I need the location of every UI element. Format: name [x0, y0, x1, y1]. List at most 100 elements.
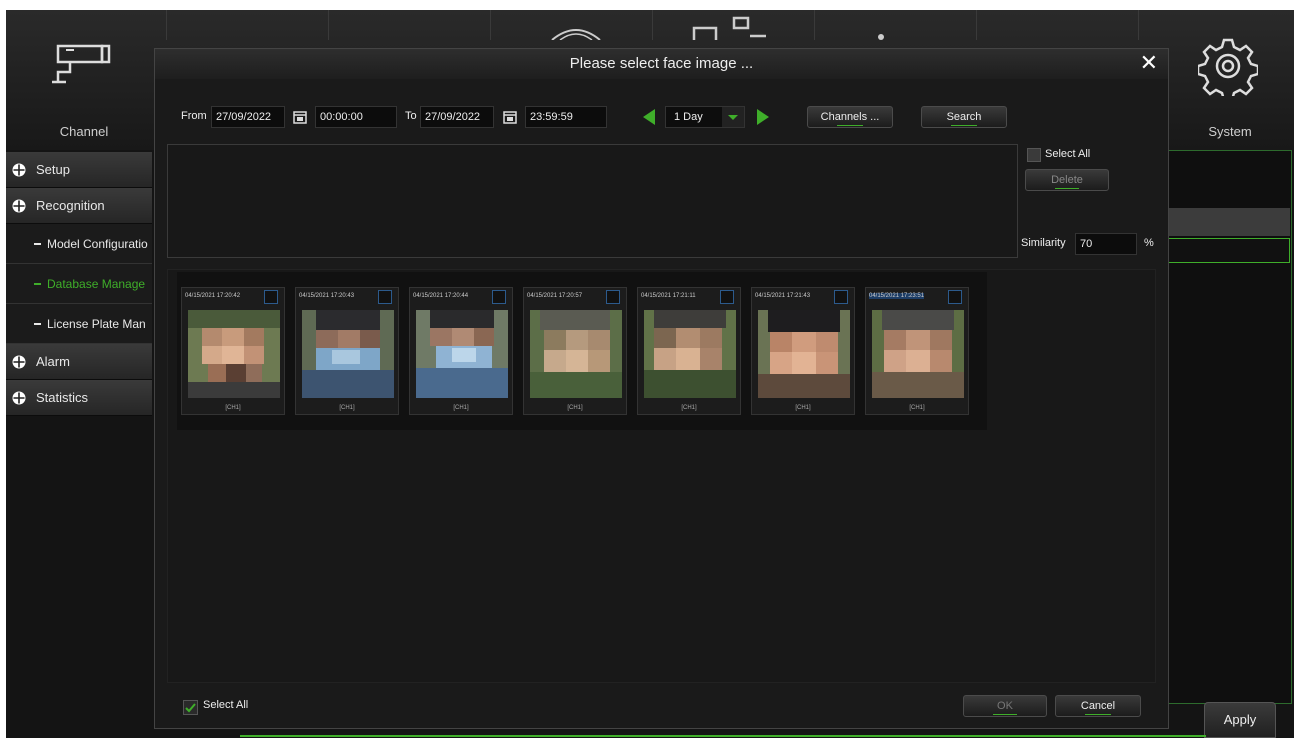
- divider: [814, 10, 815, 40]
- similarity-input[interactable]: 70: [1075, 233, 1137, 255]
- recognition-icon: [551, 29, 601, 40]
- delete-button-label: Delete: [1051, 174, 1083, 186]
- sidebar-item-label: Statistics: [36, 390, 89, 405]
- face-grid: 04/15/2021 17:20:42 [CH1] 04/15/2021 17:…: [177, 272, 987, 430]
- sidebar-item-setup[interactable]: Setup: [6, 152, 152, 188]
- face-thumbnail: [644, 310, 736, 398]
- face-card[interactable]: 04/15/2021 17:20:57 [CH1]: [523, 287, 627, 415]
- sidebar-item-label: Setup: [36, 162, 70, 177]
- divider: [1138, 10, 1139, 40]
- face-checkbox[interactable]: [720, 290, 734, 304]
- divider: [166, 10, 167, 40]
- panel-row-selected[interactable]: [1160, 238, 1290, 263]
- dvr-screen: Channel System Setup Recognition Model C…: [6, 10, 1294, 738]
- to-date-field[interactable]: 27/09/2022: [420, 106, 494, 128]
- dash-icon: [34, 282, 41, 285]
- search-button[interactable]: Search: [921, 106, 1007, 128]
- divider: [652, 10, 653, 40]
- face-thumbnail: [416, 310, 508, 398]
- face-card[interactable]: 04/15/2021 17:20:43 [CH1]: [295, 287, 399, 415]
- bottom-select-all-checkbox[interactable]: [183, 700, 198, 715]
- calendar-icon[interactable]: [293, 110, 307, 124]
- panel-row: [1160, 208, 1290, 236]
- button-underline: [1054, 188, 1080, 189]
- delete-button[interactable]: Delete: [1025, 169, 1109, 191]
- face-card[interactable]: 04/15/2021 17:23:51 [CH1]: [865, 287, 969, 415]
- select-all-label: Select All: [1045, 148, 1091, 160]
- storage-icon: [692, 16, 766, 40]
- sidebar-subitem-license-plate[interactable]: License Plate Man: [6, 304, 152, 344]
- crosshair-icon: [12, 391, 26, 404]
- sidebar-item-statistics[interactable]: Statistics: [6, 380, 152, 416]
- face-channel: [CH1]: [453, 405, 469, 411]
- face-thumbnail: [302, 310, 394, 398]
- face-card[interactable]: 04/15/2021 17:21:11 [CH1]: [637, 287, 741, 415]
- divider: [976, 10, 977, 40]
- cancel-button-label: Cancel: [1080, 700, 1116, 712]
- dropdown-arrow: [722, 107, 744, 127]
- face-timestamp: 04/15/2021 17:20:43: [299, 293, 355, 299]
- face-card[interactable]: 04/15/2021 17:20:44 [CH1]: [409, 287, 513, 415]
- bottom-select-all-label: Select All: [203, 699, 249, 711]
- button-underline: [992, 714, 1018, 715]
- face-timestamp: 04/15/2021 17:23:51: [869, 293, 925, 299]
- close-icon[interactable]: ✕: [1140, 52, 1158, 74]
- sidebar-subitem-label: License Plate Man: [47, 316, 146, 331]
- channels-button-label: Channels ...: [820, 111, 880, 123]
- from-time-field[interactable]: 00:00:00: [315, 106, 397, 128]
- face-timestamp: 04/15/2021 17:20:42: [185, 293, 241, 299]
- search-button-label: Search: [946, 111, 982, 123]
- face-thumbnail: [758, 310, 850, 398]
- face-checkbox[interactable]: [378, 290, 392, 304]
- period-dropdown[interactable]: 1 Day: [665, 106, 745, 128]
- button-underline: [837, 125, 863, 126]
- module-system[interactable]: System: [1166, 10, 1294, 150]
- face-card[interactable]: 04/15/2021 17:20:42 [CH1]: [181, 287, 285, 415]
- sidebar-item-alarm[interactable]: Alarm: [6, 344, 152, 380]
- gear-icon: [1198, 38, 1258, 96]
- module-channel[interactable]: Channel: [6, 10, 162, 150]
- ok-button[interactable]: OK: [963, 695, 1047, 717]
- sidebar-subitem-label: Database Manage: [47, 276, 146, 291]
- face-timestamp: 04/15/2021 17:21:43: [755, 293, 811, 299]
- period-value: 1 Day: [674, 111, 703, 123]
- module-system-label: System: [1208, 124, 1252, 139]
- from-date-field[interactable]: 27/09/2022: [211, 106, 285, 128]
- face-channel: [CH1]: [567, 405, 583, 411]
- face-channel: [CH1]: [795, 405, 811, 411]
- sidebar-subitem-label: Model Configuratio: [47, 236, 148, 251]
- calendar-icon[interactable]: [503, 110, 517, 124]
- crosshair-icon: [12, 355, 26, 368]
- face-card[interactable]: 04/15/2021 17:21:43 [CH1]: [751, 287, 855, 415]
- divider: [240, 735, 1206, 737]
- face-checkbox[interactable]: [264, 290, 278, 304]
- face-timestamp: 04/15/2021 17:21:11: [641, 293, 696, 299]
- sidebar-item-recognition[interactable]: Recognition: [6, 188, 152, 224]
- face-channel: [CH1]: [339, 405, 355, 411]
- apply-button[interactable]: Apply: [1204, 702, 1276, 738]
- face-checkbox[interactable]: [606, 290, 620, 304]
- chevron-down-icon: [728, 115, 738, 120]
- camera-icon: [52, 44, 111, 84]
- face-timestamp: 04/15/2021 17:20:44: [413, 293, 469, 299]
- face-thumbnail: [872, 310, 964, 398]
- face-checkbox[interactable]: [948, 290, 962, 304]
- face-thumbnail: [530, 310, 622, 398]
- checkmark-icon: [185, 703, 196, 713]
- face-checkbox[interactable]: [834, 290, 848, 304]
- to-time-field[interactable]: 23:59:59: [525, 106, 607, 128]
- sidebar-subitem-database-management[interactable]: Database Manage: [6, 264, 152, 304]
- divider: [490, 10, 491, 40]
- button-underline: [951, 125, 977, 126]
- cancel-button[interactable]: Cancel: [1055, 695, 1141, 717]
- sidebar-subitem-model-configuration[interactable]: Model Configuratio: [6, 224, 152, 264]
- select-all-checkbox[interactable]: [1027, 148, 1041, 162]
- channels-button[interactable]: Channels ...: [807, 106, 893, 128]
- face-thumbnail: [188, 310, 280, 398]
- face-channel: [CH1]: [681, 405, 697, 411]
- prev-arrow-icon[interactable]: [641, 107, 657, 127]
- next-arrow-icon[interactable]: [755, 107, 771, 127]
- face-checkbox[interactable]: [492, 290, 506, 304]
- to-label: To: [405, 110, 417, 122]
- face-channel: [CH1]: [909, 405, 925, 411]
